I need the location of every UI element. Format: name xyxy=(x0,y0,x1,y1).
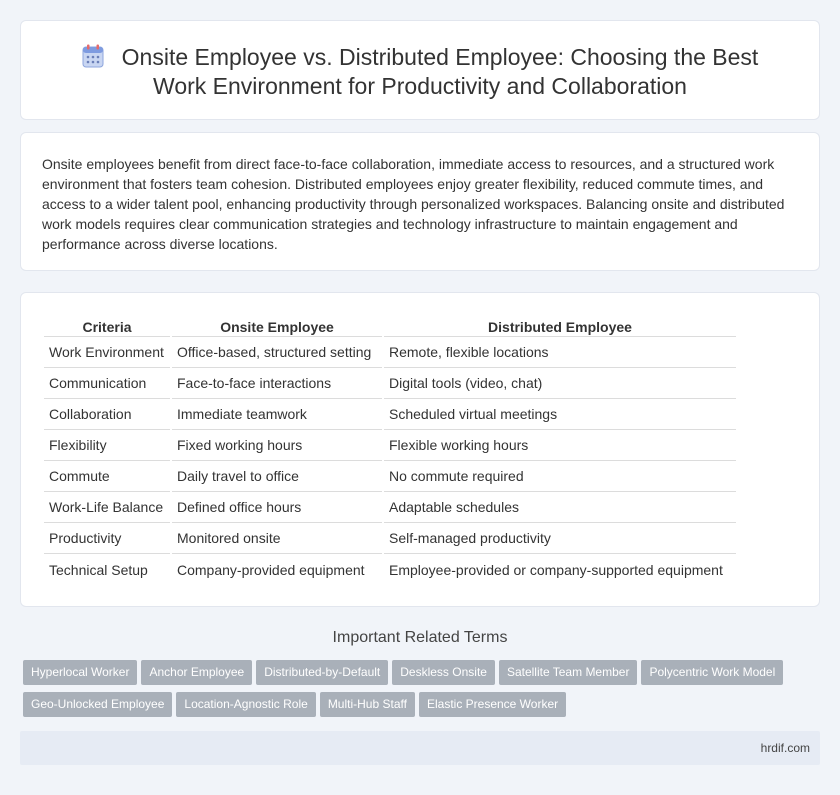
related-term-tag[interactable]: Multi-Hub Staff xyxy=(319,692,415,717)
intro-card: Onsite employees benefit from direct fac… xyxy=(20,132,820,271)
related-term-tag[interactable]: Polycentric Work Model xyxy=(641,660,784,685)
table-row: Collaboration Immediate teamwork Schedul… xyxy=(44,399,736,430)
table-row: Work-Life Balance Defined office hours A… xyxy=(44,492,736,523)
related-term-tag[interactable]: Anchor Employee xyxy=(141,660,253,685)
cell-criteria: Commute xyxy=(44,461,170,492)
header-distributed: Distributed Employee xyxy=(384,315,736,337)
calendar-icon xyxy=(82,44,104,68)
cell-distributed: Employee-provided or company-supported e… xyxy=(389,561,723,578)
related-term-tag[interactable]: Geo-Unlocked Employee xyxy=(23,692,173,717)
related-terms-title: Important Related Terms xyxy=(332,629,508,646)
cell-distributed: Digital tools (video, chat) xyxy=(384,368,736,399)
related-terms-list: Hyperlocal Worker Anchor Employee Distribu… xyxy=(23,660,823,724)
cell-distributed: Flexible working hours xyxy=(384,430,736,461)
cell-onsite: Company-provided equipment xyxy=(177,561,365,578)
title-line-2: Work Environment for Productivity and Co… xyxy=(153,73,687,99)
cell-onsite: Monitored onsite xyxy=(172,523,382,554)
cell-onsite: Fixed working hours xyxy=(172,430,382,461)
table-header-row: Criteria Onsite Employee Distributed Emp… xyxy=(44,315,736,337)
table-row: Technical Setup Company-provided equipme… xyxy=(44,554,736,585)
cell-distributed: Self-managed productivity xyxy=(384,523,736,554)
related-term-tag[interactable]: Satellite Team Member xyxy=(498,660,638,685)
related-term-tag[interactable]: Hyperlocal Worker xyxy=(23,660,138,685)
cell-distributed: No commute required xyxy=(384,461,736,492)
cell-onsite: Daily travel to office xyxy=(172,461,382,492)
cell-distributed: Scheduled virtual meetings xyxy=(384,399,736,430)
page-title: Onsite Employee vs. Distributed Employee… xyxy=(21,43,819,101)
footer-site-link[interactable]: hrdif.com xyxy=(761,741,810,755)
cell-criteria: Productivity xyxy=(44,523,170,554)
related-term-tag[interactable]: Distributed-by-Default xyxy=(256,660,389,685)
table-row: Flexibility Fixed working hours Flexible… xyxy=(44,430,736,461)
cell-distributed: Remote, flexible locations xyxy=(384,337,736,368)
cell-criteria: Technical Setup xyxy=(49,561,148,578)
cell-onsite: Immediate teamwork xyxy=(172,399,382,430)
cell-criteria: Flexibility xyxy=(44,430,170,461)
header-onsite: Onsite Employee xyxy=(172,315,382,337)
cell-criteria: Work Environment xyxy=(44,337,170,368)
comparison-table: Criteria Onsite Employee Distributed Emp… xyxy=(42,315,738,585)
title-card: Onsite Employee vs. Distributed Employee… xyxy=(20,20,820,120)
related-term-tag[interactable]: Location-Agnostic Role xyxy=(176,692,316,717)
intro-paragraph: Onsite employees benefit from direct fac… xyxy=(42,156,785,252)
table-row: Communication Face-to-face interactions … xyxy=(44,368,736,399)
cell-onsite: Face-to-face interactions xyxy=(172,368,382,399)
cell-distributed: Adaptable schedules xyxy=(384,492,736,523)
cell-onsite: Office-based, structured setting xyxy=(172,337,382,368)
related-term-tag[interactable]: Elastic Presence Worker xyxy=(418,692,567,717)
cell-onsite: Defined office hours xyxy=(172,492,382,523)
table-row: Commute Daily travel to office No commut… xyxy=(44,461,736,492)
related-term-tag[interactable]: Deskless Onsite xyxy=(392,660,495,685)
cell-criteria: Collaboration xyxy=(44,399,170,430)
table-row: Productivity Monitored onsite Self-manag… xyxy=(44,523,736,554)
cell-criteria: Work-Life Balance xyxy=(44,492,170,523)
comparison-card: Criteria Onsite Employee Distributed Emp… xyxy=(20,292,820,607)
cell-criteria: Communication xyxy=(44,368,170,399)
footer-bar: hrdif.com xyxy=(20,731,820,765)
title-line-1: Onsite Employee vs. Distributed Employee… xyxy=(121,44,759,70)
table-row: Work Environment Office-based, structure… xyxy=(44,337,736,368)
header-criteria: Criteria xyxy=(44,315,170,337)
